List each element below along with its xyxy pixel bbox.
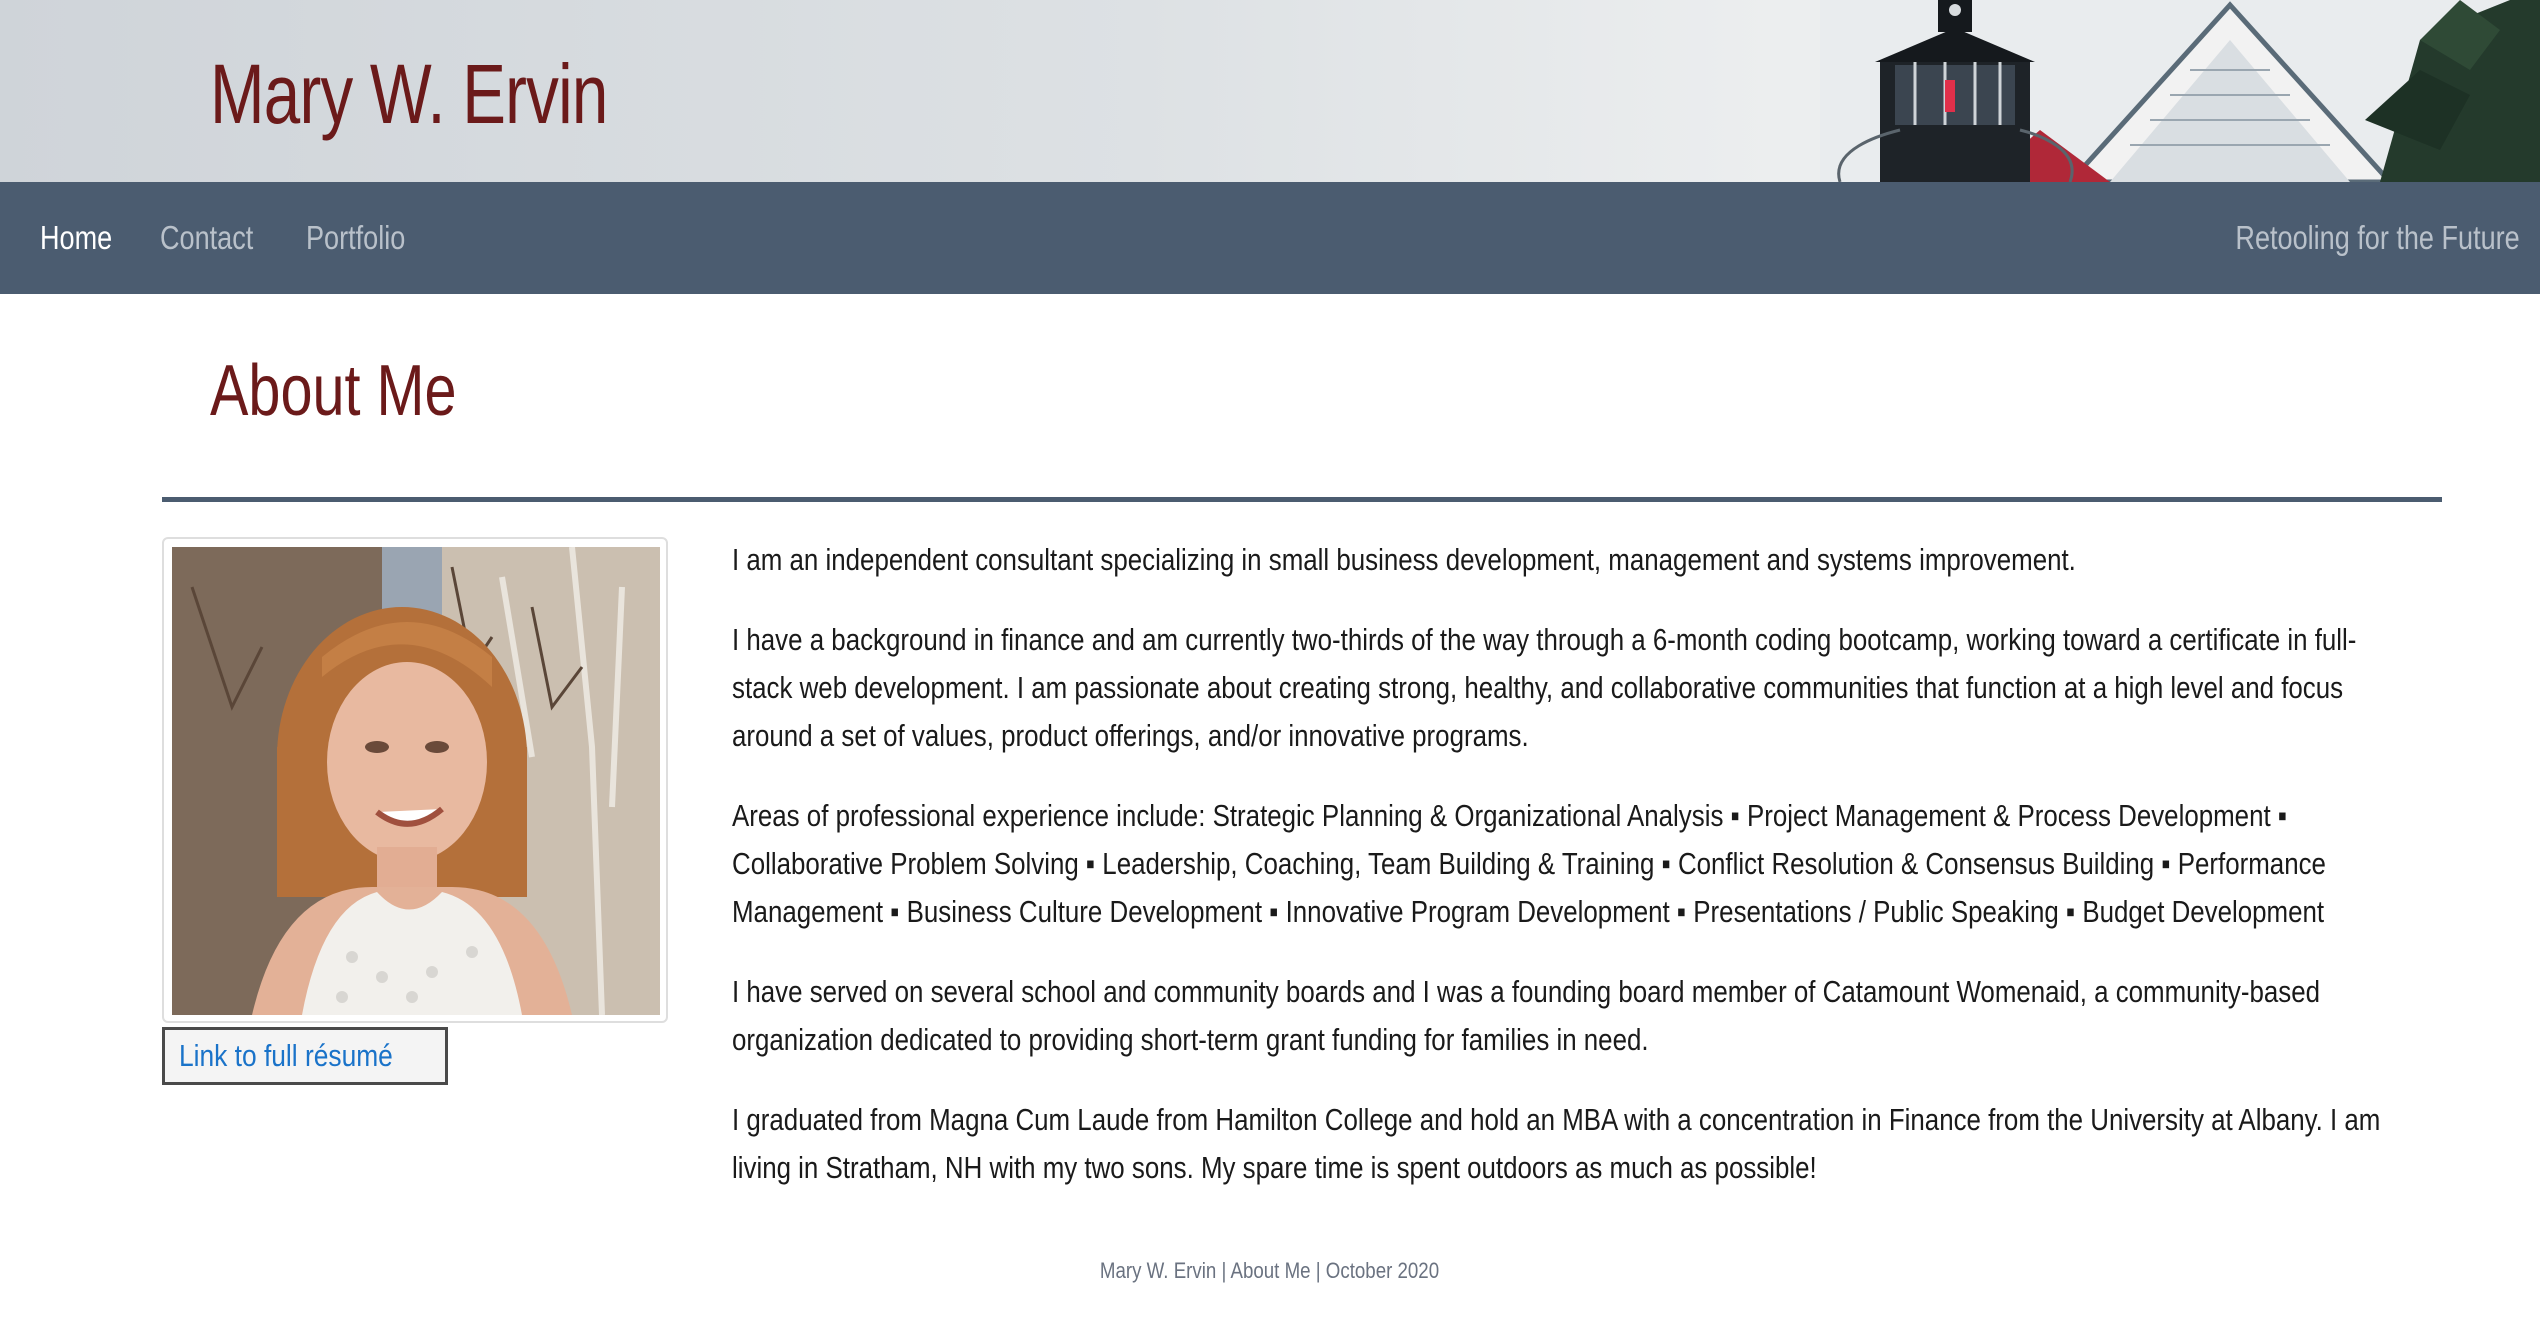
site-tagline: Retooling for the Future <box>2235 219 2520 256</box>
profile-photo-frame <box>162 537 668 1023</box>
nav-contact-link[interactable]: Contact <box>160 219 253 257</box>
bio-paragraph-background: I have a background in finance and am cu… <box>732 622 2357 753</box>
nav-portfolio-link[interactable]: Portfolio <box>306 219 405 257</box>
main-navbar: Home Contact Portfolio Retooling for the… <box>0 182 2540 294</box>
nav-links: Home Contact Portfolio <box>40 182 459 294</box>
bio-paragraph-boards: I have served on several school and comm… <box>732 974 2320 1057</box>
bio-section: I am an independent consultant specializ… <box>732 536 2412 1224</box>
page-title: About Me <box>210 351 457 431</box>
bio-paragraph-intro: I am an independent consultant specializ… <box>732 542 2076 577</box>
nav-home-link[interactable]: Home <box>40 219 112 257</box>
resume-link-label: Link to full résumé <box>179 1038 393 1073</box>
lighthouse-header-image <box>1820 0 2540 182</box>
section-divider <box>162 497 2442 502</box>
resume-link-button[interactable]: Link to full résumé <box>162 1027 448 1085</box>
bio-paragraph-education: I graduated from Magna Cum Laude from Ha… <box>732 1102 2381 1185</box>
footer-text: Mary W. Ervin | About Me | October 2020 <box>1100 1258 1440 1283</box>
page-footer: Mary W. Ervin | About Me | October 2020 <box>0 1258 2540 1284</box>
bio-paragraph-experience: Areas of professional experience include… <box>732 798 2326 929</box>
site-header: Mary W. Ervin <box>0 0 2540 182</box>
profile-photo <box>172 547 660 1015</box>
site-title: Mary W. Ervin <box>210 47 608 141</box>
